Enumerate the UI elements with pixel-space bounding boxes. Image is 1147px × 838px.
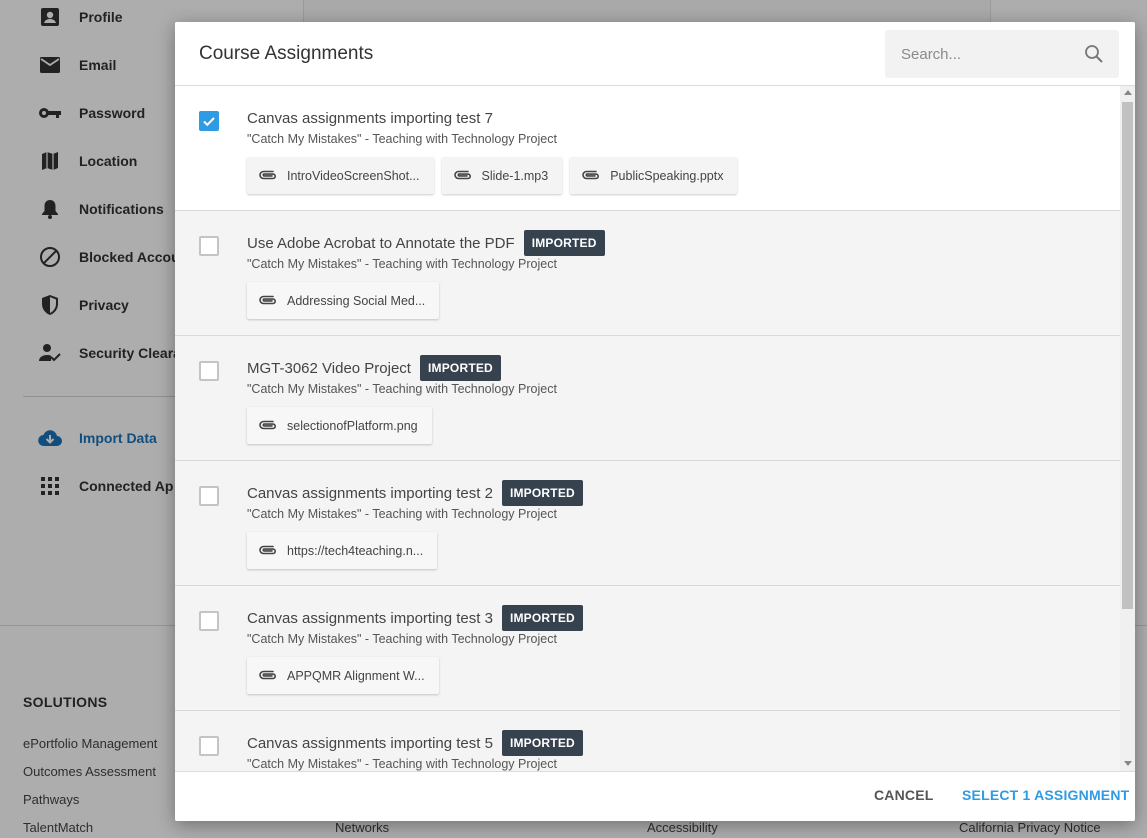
- attachment-chip[interactable]: selectionofPlatform.png: [247, 407, 432, 444]
- assignment-title: Canvas assignments importing test 3: [247, 609, 493, 627]
- attachment-list: Addressing Social Med...: [247, 282, 440, 319]
- attachment-list: APPQMR Alignment W...: [247, 657, 439, 694]
- assignment-checkbox[interactable]: [199, 236, 219, 256]
- scroll-up-arrow-icon[interactable]: [1124, 90, 1132, 95]
- paperclip-icon: [580, 169, 602, 183]
- search-icon[interactable]: [1084, 44, 1104, 64]
- attachment-filename: APPQMR Alignment W...: [287, 668, 425, 683]
- imported-badge: IMPORTED: [419, 355, 501, 381]
- attachment-filename: Slide-1.mp3: [481, 168, 549, 183]
- assignment-checkbox[interactable]: [199, 111, 219, 131]
- assignment-title: MGT-3062 Video Project: [247, 359, 411, 377]
- assignment-checkbox[interactable]: [199, 486, 219, 506]
- assignment-course: "Catch My Mistakes" - Teaching with Tech…: [247, 132, 557, 146]
- assignment-title-line: Canvas assignments importing test 5 IMPOR…: [247, 730, 583, 756]
- assignment-course: "Catch My Mistakes" - Teaching with Tech…: [247, 757, 557, 771]
- paperclip-icon: [257, 419, 279, 433]
- assignment-row[interactable]: Canvas assignments importing test 3 IMPOR…: [175, 586, 1120, 711]
- search-input[interactable]: [885, 30, 1075, 78]
- assignment-title: Canvas assignments importing test 5: [247, 734, 493, 752]
- attachment-list: IntroVideoScreenShot... Slide-1.mp3 Public…: [247, 157, 738, 194]
- assignment-title-line: Canvas assignments importing test 2 IMPOR…: [247, 480, 583, 506]
- paperclip-icon: [257, 169, 279, 183]
- select-assignment-button[interactable]: SELECT 1 ASSIGNMENT: [962, 787, 1129, 803]
- attachment-chip[interactable]: Slide-1.mp3: [441, 157, 563, 194]
- attachment-chip[interactable]: https://tech4teaching.n...: [247, 532, 438, 569]
- assignment-course: "Catch My Mistakes" - Teaching with Tech…: [247, 382, 557, 396]
- assignment-row[interactable]: Canvas assignments importing test 7 "Catc…: [175, 86, 1120, 211]
- assignment-course: "Catch My Mistakes" - Teaching with Tech…: [247, 507, 557, 521]
- cancel-button[interactable]: CANCEL: [874, 787, 934, 803]
- assignment-row[interactable]: Canvas assignments importing test 5 IMPOR…: [175, 711, 1120, 771]
- attachment-filename: IntroVideoScreenShot...: [287, 168, 420, 183]
- attachment-filename: selectionofPlatform.png: [287, 418, 418, 433]
- attachment-chip[interactable]: IntroVideoScreenShot...: [247, 157, 434, 194]
- assignment-title: Canvas assignments importing test 2: [247, 484, 493, 502]
- attachment-chip[interactable]: Addressing Social Med...: [247, 282, 440, 319]
- assignment-title-line: Canvas assignments importing test 7: [247, 105, 493, 131]
- assignment-title-line: MGT-3062 Video Project IMPORTED: [247, 355, 501, 381]
- assignment-checkbox[interactable]: [199, 611, 219, 631]
- assignment-title: Use Adobe Acrobat to Annotate the PDF: [247, 234, 515, 252]
- dialog-footer: CANCEL SELECT 1 ASSIGNMENT: [175, 771, 1135, 821]
- assignment-row[interactable]: Use Adobe Acrobat to Annotate the PDF IMP…: [175, 211, 1120, 336]
- scrollbar-thumb[interactable]: [1122, 102, 1133, 609]
- assignment-row[interactable]: MGT-3062 Video Project IMPORTED "Catch My …: [175, 336, 1120, 461]
- attachment-list: https://tech4teaching.n...: [247, 532, 438, 569]
- imported-badge: IMPORTED: [501, 605, 583, 631]
- assignment-list: Canvas assignments importing test 7 "Catc…: [175, 86, 1120, 771]
- attachment-chip[interactable]: PublicSpeaking.pptx: [570, 157, 738, 194]
- dialog-header: Course Assignments: [175, 22, 1135, 86]
- paperclip-icon: [452, 169, 474, 183]
- paperclip-icon: [257, 544, 279, 558]
- imported-badge: IMPORTED: [501, 480, 583, 506]
- attachment-filename: https://tech4teaching.n...: [287, 543, 424, 558]
- attachment-filename: PublicSpeaking.pptx: [610, 168, 724, 183]
- assignment-checkbox[interactable]: [199, 361, 219, 381]
- search-box: [885, 30, 1119, 78]
- attachment-chip[interactable]: APPQMR Alignment W...: [247, 657, 439, 694]
- attachment-filename: Addressing Social Med...: [287, 293, 426, 308]
- assignment-row[interactable]: Canvas assignments importing test 2 IMPOR…: [175, 461, 1120, 586]
- assignment-title-line: Use Adobe Acrobat to Annotate the PDF IMP…: [247, 230, 605, 256]
- attachment-list: selectionofPlatform.png: [247, 407, 432, 444]
- paperclip-icon: [257, 669, 279, 683]
- imported-badge: IMPORTED: [523, 230, 605, 256]
- dialog-title: Course Assignments: [199, 43, 374, 64]
- course-assignments-dialog: Course Assignments Canvas assignments im…: [175, 22, 1135, 821]
- scroll-down-arrow-icon[interactable]: [1124, 761, 1132, 766]
- imported-badge: IMPORTED: [501, 730, 583, 756]
- assignment-course: "Catch My Mistakes" - Teaching with Tech…: [247, 632, 557, 646]
- assignment-title: Canvas assignments importing test 7: [247, 109, 493, 127]
- list-scrollbar[interactable]: [1120, 86, 1135, 771]
- assignment-course: "Catch My Mistakes" - Teaching with Tech…: [247, 257, 557, 271]
- paperclip-icon: [257, 294, 279, 308]
- assignment-title-line: Canvas assignments importing test 3 IMPOR…: [247, 605, 583, 631]
- assignment-checkbox[interactable]: [199, 736, 219, 756]
